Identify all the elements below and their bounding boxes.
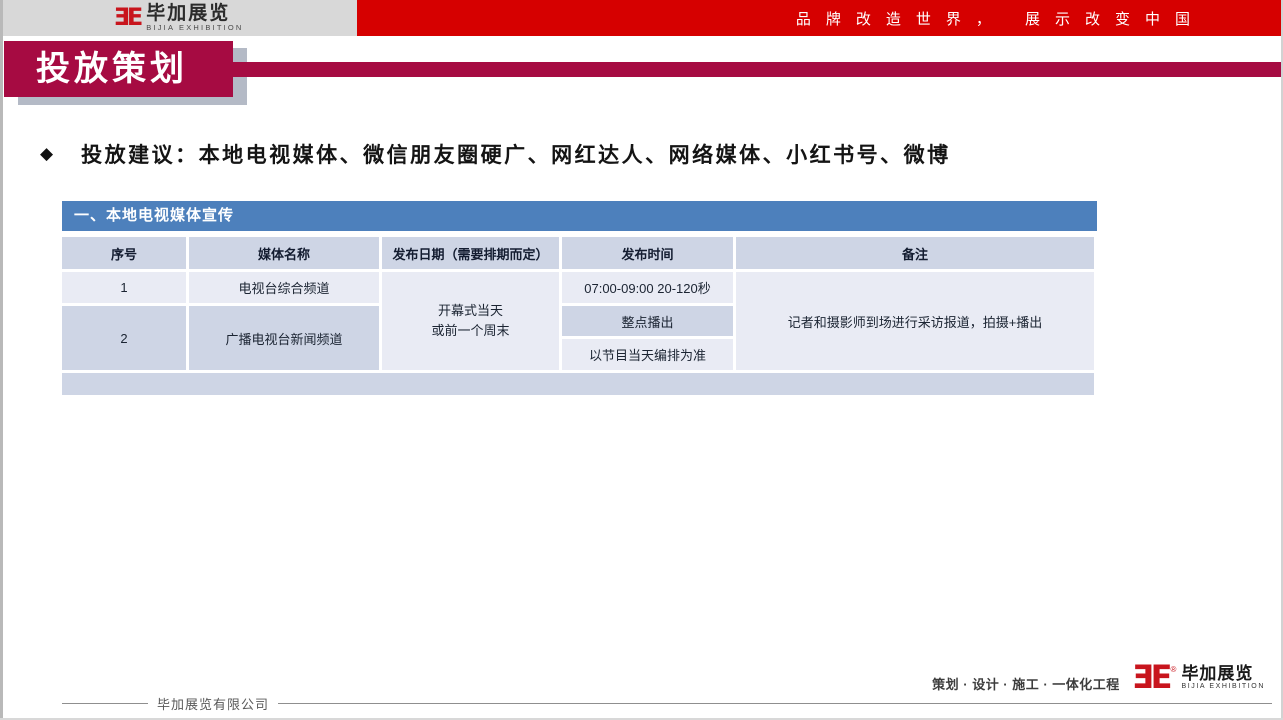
bijia-logo-icon: ƎE — [113, 7, 140, 29]
cell-note-merged: 记者和摄影师到场进行采访报道，拍摄+播出 — [736, 272, 1094, 370]
cell-date-merged: 开幕式当天 或前一个周末 — [382, 272, 559, 370]
slide: ƎE 毕加展览 BIJIA EXHIBITION 品牌改造世界， 展示改变中国 … — [0, 0, 1283, 720]
brand-name-en: BIJIA EXHIBITION — [146, 23, 243, 32]
slogan-bar: 品牌改造世界， 展示改变中国 — [357, 0, 1283, 36]
col-header-date: 发布日期（需要排期而定） — [382, 237, 559, 269]
footer-rule-right — [278, 703, 1272, 704]
bijia-logo-icon: ƎE — [1132, 663, 1170, 692]
col-header-no: 序号 — [62, 237, 186, 269]
suggestion-text: 投放建议：本地电视媒体、微信朋友圈硬广、网红达人、网络媒体、小红书号、微博 — [81, 139, 951, 169]
table-bottom-row — [62, 373, 1094, 395]
brand-name-cn: 毕加展览 — [1181, 665, 1265, 684]
col-header-media: 媒体名称 — [189, 237, 379, 269]
cell-media-1: 电视台综合频道 — [189, 272, 379, 303]
crimson-rule — [225, 62, 1283, 77]
slogan-text: 品牌改造世界， 展示改变中国 — [796, 8, 1205, 29]
page-title: 投放策划 — [4, 41, 233, 97]
top-brand-header: ƎE 毕加展览 BIJIA EXHIBITION — [0, 0, 357, 36]
suggestion-line: ◆ 投放建议：本地电视媒体、微信朋友圈硬广、网红达人、网络媒体、小红书号、微博 — [40, 139, 951, 169]
media-table: 序号 媒体名称 发布日期（需要排期而定） 发布时间 备注 1 电视台综合频道 开… — [59, 234, 1097, 398]
footer-brand-block: 策划 · 设计 · 施工 · 一体化工程 ƎE ® 毕加展览 BIJIA EXH… — [932, 662, 1265, 693]
col-header-note: 备注 — [736, 237, 1094, 269]
footer-rule: 毕加展览有限公司 — [62, 695, 1272, 711]
footer-rule-left — [62, 703, 148, 704]
cell-empty-bottom — [62, 373, 1094, 395]
col-header-time: 发布时间 — [562, 237, 733, 269]
brand-name-cn: 毕加展览 — [146, 4, 243, 24]
cell-time-1: 07:00-09:00 20-120秒 — [562, 272, 733, 303]
cell-time-2b: 以节目当天编排为准 — [562, 339, 733, 370]
brand-lockup-top: ƎE 毕加展览 BIJIA EXHIBITION — [113, 4, 243, 33]
brand-name-en: BIJIA EXHIBITION — [1181, 683, 1265, 690]
services-text: 策划 · 设计 · 施工 · 一体化工程 — [932, 674, 1120, 693]
cell-media-2: 广播电视台新闻频道 — [189, 306, 379, 370]
cell-time-2a: 整点播出 — [562, 306, 733, 336]
diamond-bullet-icon: ◆ — [40, 144, 53, 164]
company-name: 毕加展览有限公司 — [148, 694, 278, 713]
slide-left-edge — [0, 0, 3, 720]
table-row: 1 电视台综合频道 开幕式当天 或前一个周末 07:00-09:00 20-12… — [62, 272, 1094, 303]
registered-mark: ® — [1171, 665, 1177, 674]
cell-no-1: 1 — [62, 272, 186, 303]
cell-no-2: 2 — [62, 306, 186, 370]
table-title: 一、本地电视媒体宣传 — [62, 201, 1097, 231]
table-header-row: 序号 媒体名称 发布日期（需要排期而定） 发布时间 备注 — [62, 237, 1094, 269]
brand-lockup-footer: ƎE ® 毕加展览 BIJIA EXHIBITION — [1132, 663, 1265, 692]
